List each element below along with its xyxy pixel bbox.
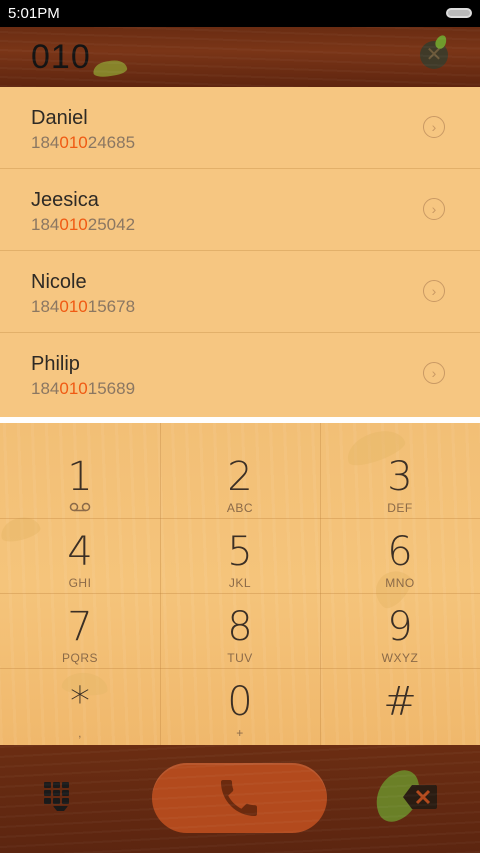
phone-icon — [221, 780, 257, 816]
list-item[interactable]: Daniel 18401024685 › — [0, 87, 480, 169]
key-8[interactable]: 8 TUV — [160, 593, 320, 668]
call-button[interactable] — [152, 763, 327, 833]
key-5[interactable]: 5 JKL — [160, 518, 320, 593]
status-time: 5:01PM — [8, 5, 60, 22]
dialed-number: 010 — [31, 38, 91, 76]
contact-name: Jeesica — [31, 189, 99, 211]
chevron-right-icon[interactable]: › — [423, 362, 445, 384]
voicemail-icon — [0, 501, 160, 515]
contact-results-list: Daniel 18401024685 › Jeesica 18401025042… — [0, 87, 480, 417]
dialpad-toggle-icon[interactable] — [42, 780, 76, 814]
dialer-header: 010 ✕ — [0, 27, 480, 87]
key-6[interactable]: 6 MNO — [320, 518, 480, 593]
contact-name: Philip — [31, 353, 80, 375]
contact-number: 18401015689 — [31, 379, 136, 398]
chevron-right-icon[interactable]: › — [423, 116, 445, 138]
key-0[interactable]: 0 + — [160, 668, 320, 743]
battery-icon — [446, 8, 472, 18]
key-3[interactable]: 3 DEF — [320, 443, 480, 518]
backspace-icon[interactable] — [402, 783, 438, 811]
clear-icon[interactable]: ✕ — [420, 41, 448, 69]
key-2[interactable]: 2 ABC — [160, 443, 320, 518]
dial-keypad: 1 2 ABC 3 DEF 4 GHI 5 JKL 6 MNO 7 PQRS 8… — [0, 423, 480, 745]
leaf-decoration-icon — [433, 33, 449, 51]
contact-number: 18401024685 — [31, 133, 136, 152]
list-item[interactable]: Jeesica 18401025042 › — [0, 169, 480, 251]
key-1[interactable]: 1 — [0, 443, 160, 518]
contact-number: 18401025042 — [31, 215, 136, 234]
dialer-action-bar — [0, 745, 480, 853]
leaf-decoration-icon — [367, 766, 429, 826]
key-hash[interactable]: # — [320, 668, 480, 743]
key-9[interactable]: 9 WXYZ — [320, 593, 480, 668]
chevron-right-icon[interactable]: › — [423, 280, 445, 302]
key-7[interactable]: 7 PQRS — [0, 593, 160, 668]
key-4[interactable]: 4 GHI — [0, 518, 160, 593]
list-item[interactable]: Nicole 18401015678 › — [0, 251, 480, 333]
contact-name: Daniel — [31, 107, 88, 129]
contact-number: 18401015678 — [31, 297, 136, 316]
leaf-decoration-icon — [92, 58, 128, 79]
key-star[interactable]: * , — [0, 668, 160, 743]
list-item[interactable]: Philip 18401015689 › — [0, 333, 480, 415]
status-bar: 5:01PM — [0, 0, 480, 27]
contact-name: Nicole — [31, 271, 87, 293]
chevron-right-icon[interactable]: › — [423, 198, 445, 220]
